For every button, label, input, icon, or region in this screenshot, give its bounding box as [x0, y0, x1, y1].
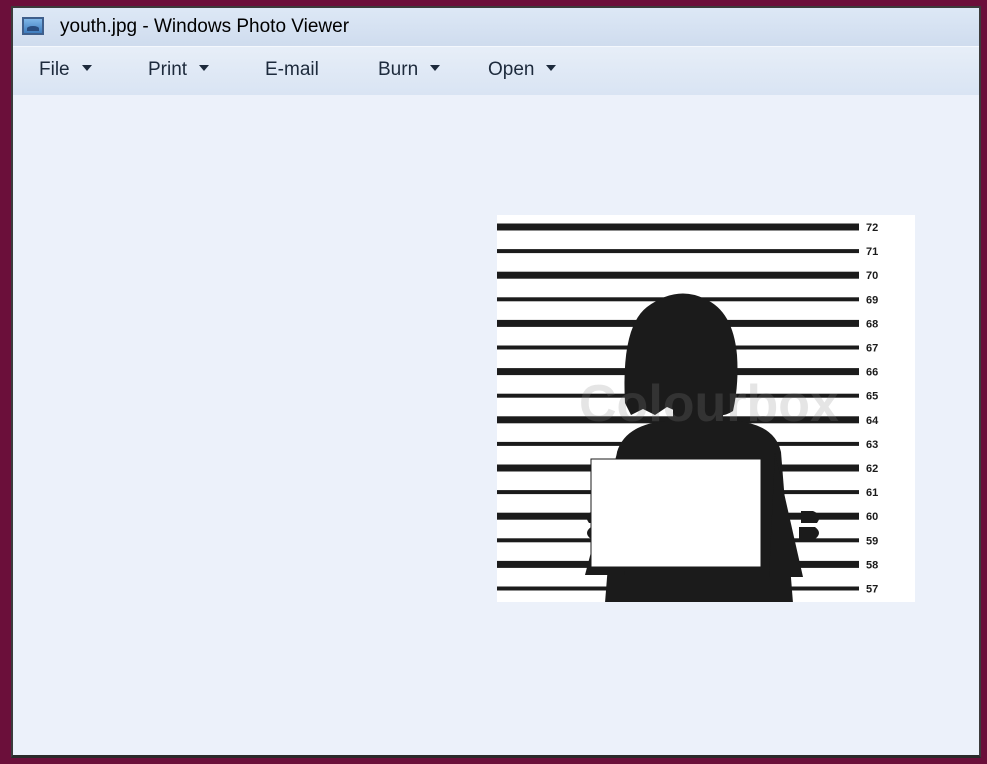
print-menu[interactable]: Print: [148, 59, 210, 81]
height-label: 57: [866, 584, 878, 596]
dropdown-caret-icon: [199, 65, 210, 71]
file-menu-label: File: [39, 59, 70, 80]
blank-placard: [590, 458, 762, 568]
photo-viewer-window: youth.jpg - Windows Photo Viewer File Pr…: [11, 6, 981, 758]
open-menu[interactable]: Open: [488, 59, 557, 81]
height-label: 66: [866, 367, 878, 379]
image-viewing-area: 72 71 70 69 68 67 66 65 64 63 62 61 60 59 58 57: [13, 95, 979, 755]
dropdown-caret-icon: [81, 65, 92, 71]
height-label: 59: [866, 535, 878, 547]
height-label: 62: [866, 463, 878, 475]
height-label: 65: [866, 391, 878, 403]
height-line: [497, 271, 859, 279]
height-label: 58: [866, 559, 878, 571]
height-label: 64: [866, 415, 879, 427]
email-button[interactable]: E-mail: [265, 59, 319, 81]
photo-viewer-icon: [22, 17, 44, 35]
burn-menu[interactable]: Burn: [378, 59, 441, 81]
menu-bar: File Print E-mail Burn Open: [13, 46, 979, 96]
height-label: 72: [866, 222, 878, 234]
dropdown-caret-icon: [430, 65, 441, 71]
height-label: 60: [866, 511, 878, 523]
height-chart-labels: 72 71 70 69 68 67 66 65 64 63 62 61 60 59 58 57: [866, 222, 879, 596]
height-label: 69: [866, 294, 878, 306]
open-menu-label: Open: [488, 59, 535, 80]
print-menu-label: Print: [148, 59, 188, 80]
email-button-label: E-mail: [265, 59, 319, 80]
title-bar[interactable]: youth.jpg - Windows Photo Viewer: [13, 8, 979, 46]
height-line: [497, 249, 859, 254]
mugshot-illustration: 72 71 70 69 68 67 66 65 64 63 62 61 60 59 58 57 Colourb…: [497, 222, 879, 602]
burn-menu-label: Burn: [378, 59, 419, 80]
file-menu[interactable]: File: [39, 59, 92, 81]
height-label: 68: [866, 318, 878, 330]
height-label: 70: [866, 270, 878, 282]
height-label: 67: [866, 343, 878, 355]
window-title: youth.jpg - Windows Photo Viewer: [60, 16, 350, 37]
height-label: 61: [866, 487, 878, 499]
height-line: [497, 223, 859, 231]
height-label: 71: [866, 246, 878, 258]
watermark-text: Colourbox: [579, 375, 839, 433]
displayed-photo: 72 71 70 69 68 67 66 65 64 63 62 61 60 59 58 57: [497, 215, 915, 602]
height-label: 63: [866, 439, 878, 451]
dropdown-caret-icon: [546, 65, 557, 71]
